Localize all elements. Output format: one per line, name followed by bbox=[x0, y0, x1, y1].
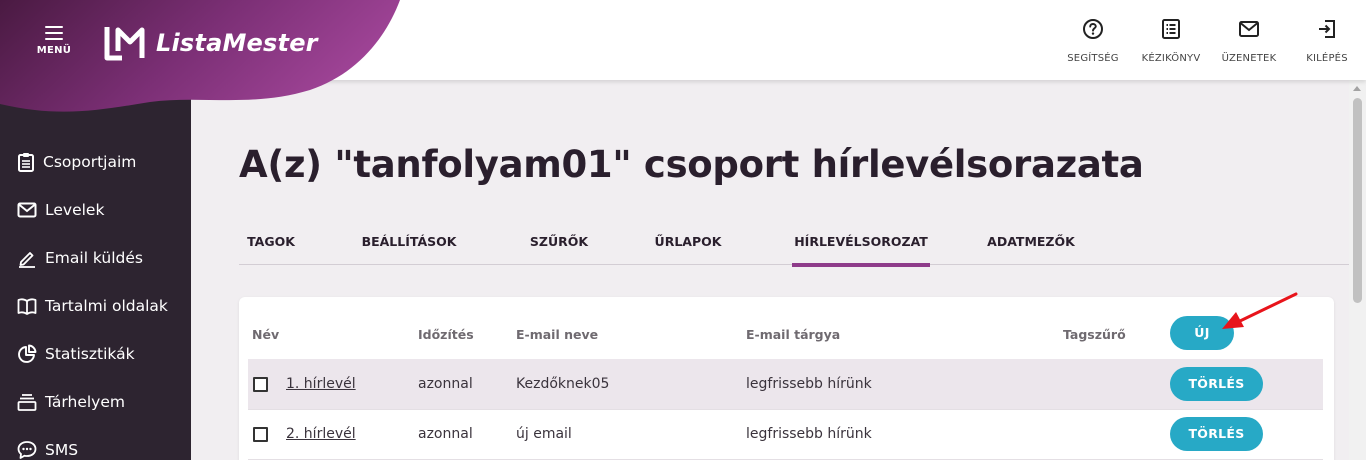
brand-name: ListaMester bbox=[156, 29, 318, 57]
mail-icon bbox=[17, 202, 37, 218]
messages-button[interactable]: ÜZENETEK bbox=[1210, 18, 1288, 64]
sidebar-item-sms[interactable]: SMS bbox=[0, 426, 191, 460]
logout-label: KILÉPÉS bbox=[1306, 53, 1348, 64]
scroll-up-arrow-icon[interactable] bbox=[1353, 86, 1361, 91]
delete-button[interactable]: TÖRLÉS bbox=[1170, 367, 1263, 401]
newsletter-name-link[interactable]: 1. hírlevél bbox=[286, 376, 356, 392]
email-name-cell: Kezdőknek05 bbox=[516, 376, 610, 392]
menu-button[interactable]: MENÜ bbox=[34, 24, 74, 64]
timing-cell: azonnal bbox=[418, 376, 473, 392]
page-title: A(z) "tanfolyam01" csoport hírlevélsoraz… bbox=[239, 143, 1144, 186]
tab-filters[interactable]: SZŰRŐK bbox=[524, 226, 594, 265]
email-name-cell: új email bbox=[516, 426, 572, 442]
messages-label: ÜZENETEK bbox=[1221, 53, 1277, 64]
column-header-email-name: E-mail neve bbox=[516, 327, 599, 342]
tab-settings[interactable]: BEÁLLÍTÁSOK bbox=[359, 226, 459, 265]
manual-label: KÉZIKÖNYV bbox=[1141, 53, 1201, 64]
row-checkbox[interactable] bbox=[253, 427, 268, 442]
scroll-thumb[interactable] bbox=[1353, 98, 1362, 303]
listamester-logo[interactable]: ListaMester bbox=[104, 24, 318, 62]
page-scrollbar[interactable] bbox=[1349, 80, 1366, 460]
hamburger-icon bbox=[45, 26, 63, 40]
sidebar-item-content-pages[interactable]: Tartalmi oldalak bbox=[0, 282, 191, 330]
column-header-name: Név bbox=[252, 327, 280, 342]
manual-button[interactable]: KÉZIKÖNYV bbox=[1132, 18, 1210, 64]
sidebar-item-letters[interactable]: Levelek bbox=[0, 186, 191, 234]
menu-label: MENÜ bbox=[36, 45, 72, 56]
help-circle-icon bbox=[1083, 19, 1103, 39]
newsletter-name-link[interactable]: 2. hírlevél bbox=[286, 426, 356, 442]
storage-icon bbox=[17, 394, 37, 411]
tab-members[interactable]: TAGOK bbox=[239, 226, 303, 265]
pencil-icon bbox=[19, 252, 35, 268]
sidebar: Csoportjaim Levelek Email küldés Tartalm… bbox=[0, 80, 191, 460]
sidebar-item-label: SMS bbox=[45, 441, 79, 459]
timing-cell: azonnal bbox=[418, 426, 473, 442]
help-button[interactable]: SEGÍTSÉG bbox=[1054, 18, 1132, 64]
logout-icon bbox=[1319, 20, 1335, 38]
column-header-timing: Időzítés bbox=[418, 327, 474, 342]
tab-data-fields[interactable]: ADATMEZŐK bbox=[987, 226, 1075, 265]
manual-list-icon bbox=[1162, 19, 1180, 39]
table-row: 1. hírlevél azonnal Kezdőknek05 legfriss… bbox=[248, 359, 1323, 409]
sidebar-item-label: Tárhelyem bbox=[45, 393, 125, 411]
sidebar-item-label: Tartalmi oldalak bbox=[45, 297, 168, 315]
sidebar-item-groups[interactable]: Csoportjaim bbox=[0, 138, 191, 186]
newsletter-series-table: Név Időzítés E-mail neve E-mail tárgya T… bbox=[239, 297, 1334, 460]
envelope-icon bbox=[1239, 21, 1259, 37]
delete-button[interactable]: TÖRLÉS bbox=[1170, 417, 1263, 451]
header-actions: SEGÍTSÉG KÉZIKÖNYV ÜZENETEK KILÉPÉS bbox=[1054, 18, 1366, 64]
help-label: SEGÍTSÉG bbox=[1067, 53, 1119, 64]
annotation-arrow-icon bbox=[1222, 292, 1298, 329]
sidebar-item-label: Email küldés bbox=[45, 249, 144, 267]
tab-forms[interactable]: ŰRLAPOK bbox=[653, 226, 723, 265]
tab-bar: TAGOK BEÁLLÍTÁSOK SZŰRŐK ŰRLAPOK HÍRLEVÉ… bbox=[239, 226, 1349, 267]
table-row: 2. hírlevél azonnal új email legfrissebb… bbox=[248, 409, 1323, 459]
sidebar-item-storage[interactable]: Tárhelyem bbox=[0, 378, 191, 426]
sidebar-item-statistics[interactable]: Statisztikák bbox=[0, 330, 191, 378]
sidebar-item-send-email[interactable]: Email küldés bbox=[0, 234, 191, 282]
lm-logo-icon bbox=[104, 27, 145, 61]
chat-bubble-icon bbox=[17, 441, 37, 459]
pie-chart-icon bbox=[18, 344, 37, 363]
sidebar-item-label: Statisztikák bbox=[45, 345, 135, 363]
email-subject-cell: legfrissebb hírünk bbox=[746, 376, 872, 392]
row-checkbox[interactable] bbox=[253, 377, 268, 392]
email-subject-cell: legfrissebb hírünk bbox=[746, 426, 872, 442]
sidebar-item-label: Levelek bbox=[45, 201, 105, 219]
column-header-tag-filter: Tagszűrő bbox=[1063, 327, 1126, 342]
column-header-email-subject: E-mail tárgya bbox=[746, 327, 841, 342]
sidebar-item-label: Csoportjaim bbox=[43, 153, 137, 171]
logout-button[interactable]: KILÉPÉS bbox=[1288, 18, 1366, 64]
book-icon bbox=[17, 298, 37, 315]
tab-newsletter-series[interactable]: HÍRLEVÉLSOROZAT bbox=[792, 226, 930, 267]
clipboard-icon bbox=[18, 153, 34, 172]
